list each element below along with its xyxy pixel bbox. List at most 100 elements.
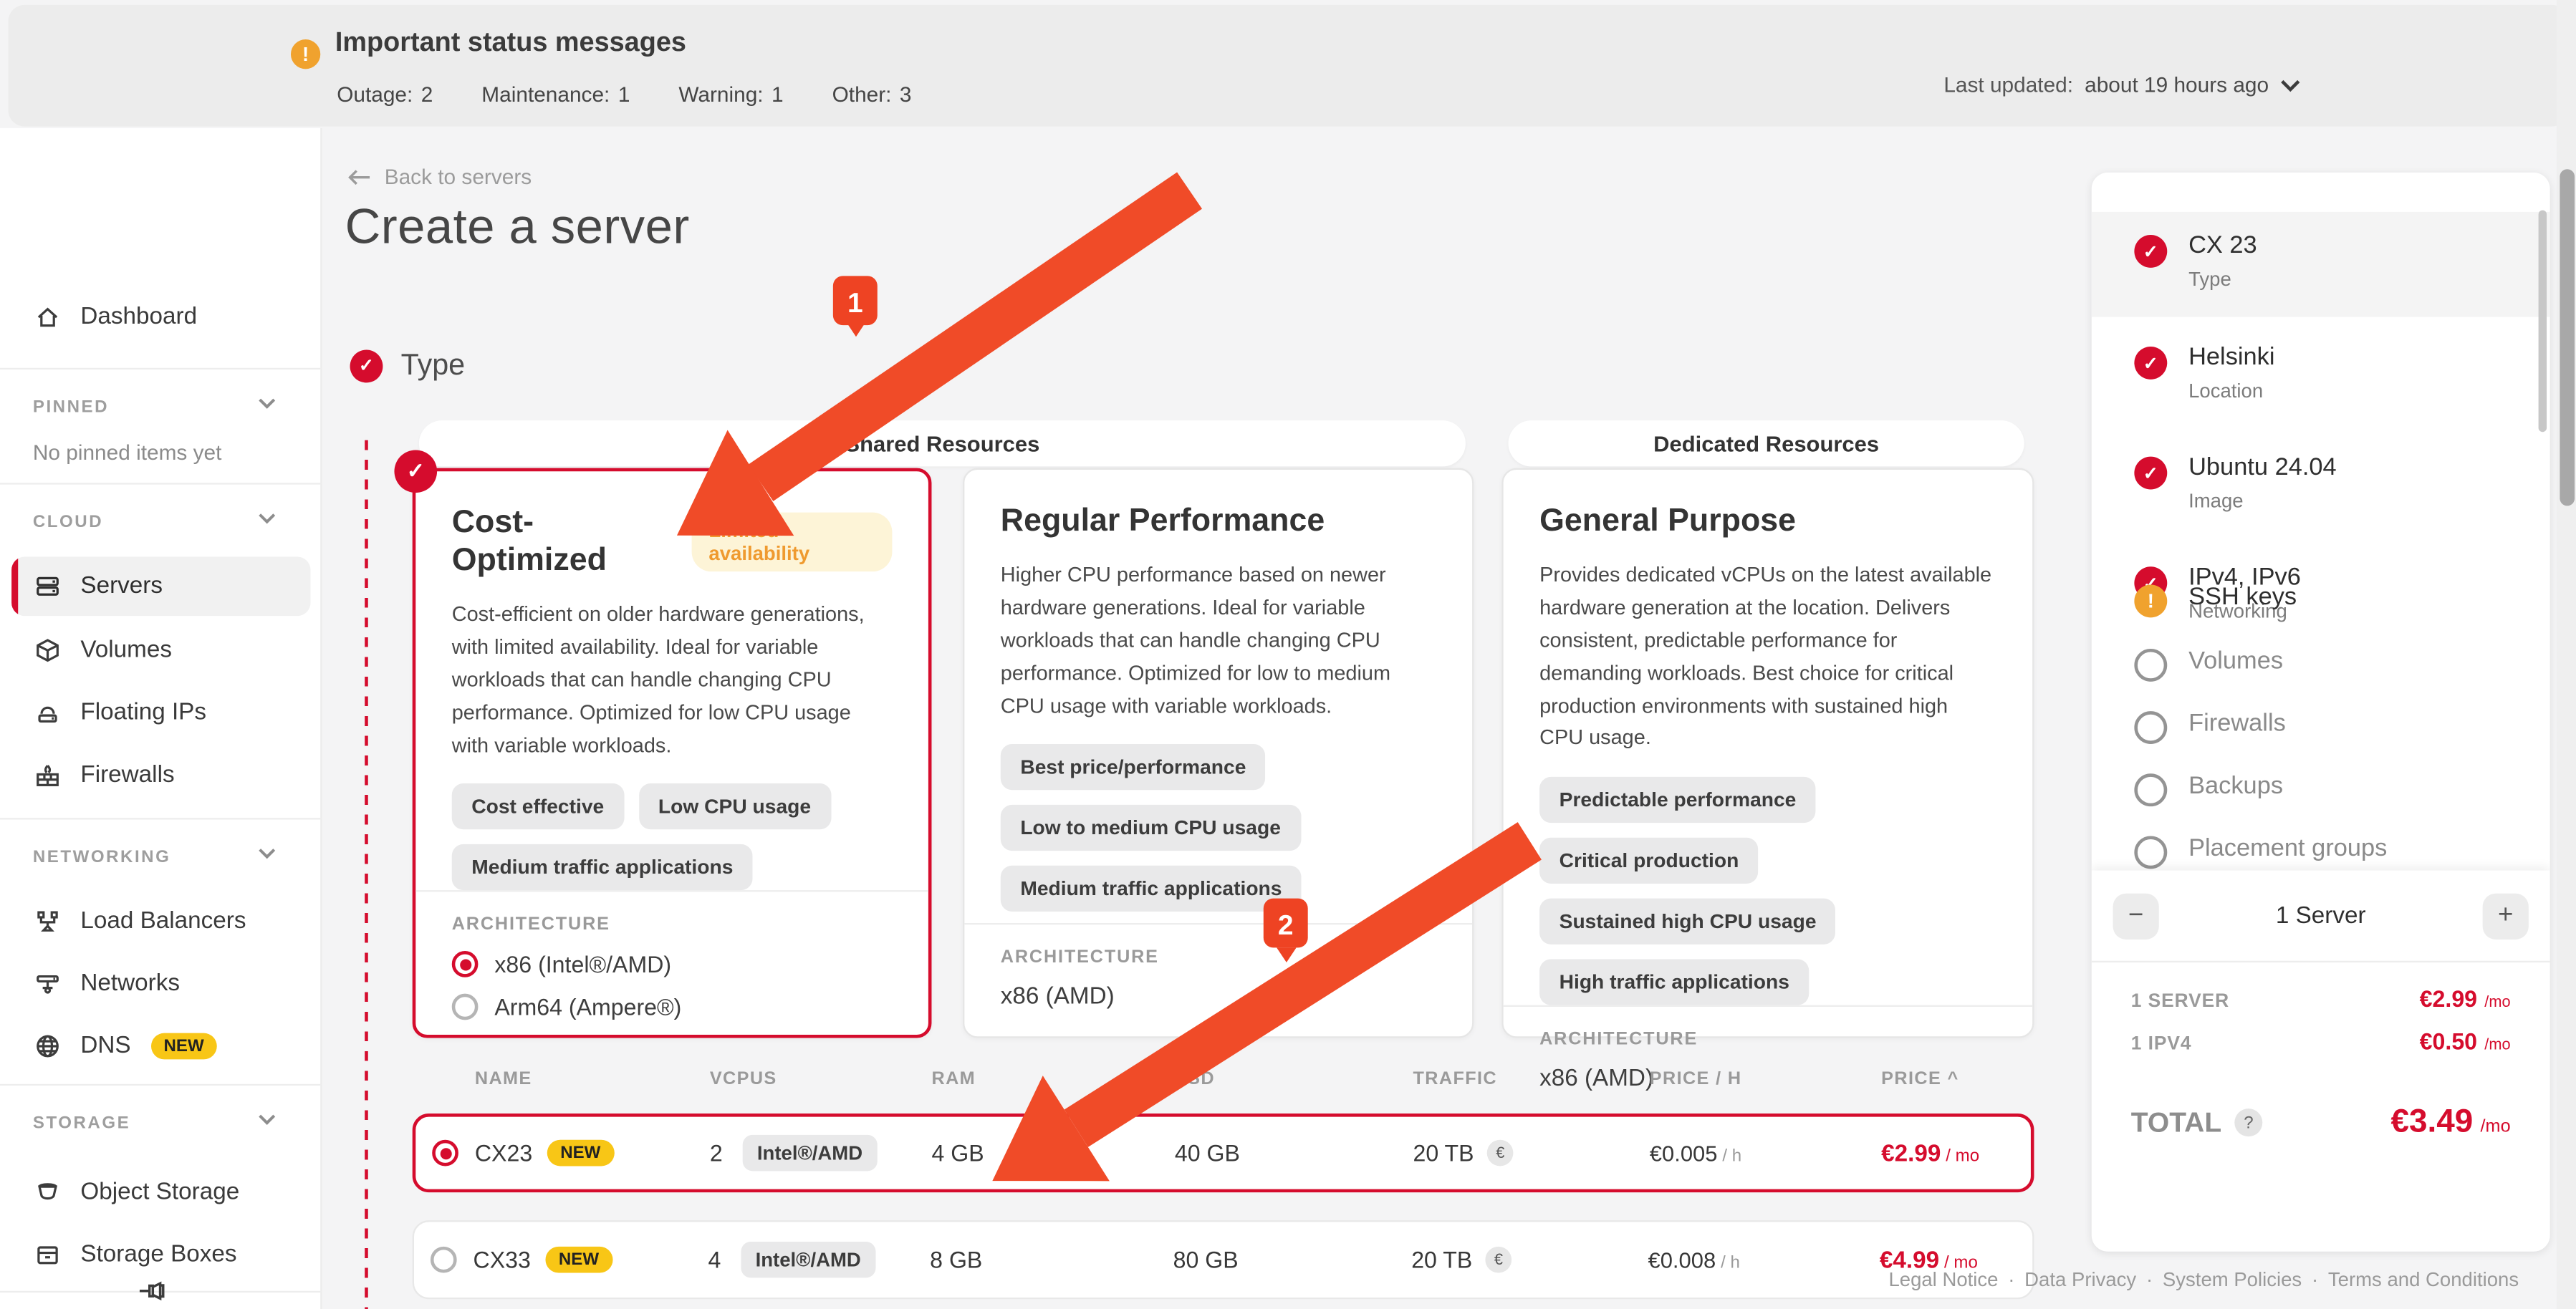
radio-arm64-ampere[interactable]: Arm64 (Ampere®)	[452, 995, 893, 1021]
card-tags: Cost effective Low CPU usage Medium traf…	[452, 784, 893, 891]
architecture-value: x86 (AMD)	[1001, 984, 1436, 1010]
chevron-down-icon[interactable]	[258, 513, 276, 524]
cloud-icon	[34, 700, 61, 726]
network-icon	[34, 971, 61, 998]
increment-button[interactable]: +	[2483, 894, 2529, 940]
card-regular-performance[interactable]: Regular Performance Higher CPU performan…	[963, 468, 1474, 1038]
last-updated[interactable]: Last updated: about 19 hours ago	[1943, 72, 2299, 97]
footer-links: Legal Notice·Data Privacy·System Policie…	[1888, 1268, 2519, 1291]
cloud-header[interactable]: CLOUD	[33, 513, 103, 533]
row-radio-unselected[interactable]	[431, 1247, 457, 1273]
col-price-h[interactable]: PRICE / H	[1646, 1069, 1878, 1089]
warning-label: Warning:	[678, 82, 763, 107]
step-todo-icon	[2134, 711, 2167, 744]
step-done-icon: ✓	[2134, 457, 2167, 490]
chevron-down-icon[interactable]	[258, 847, 276, 859]
step-volumes[interactable]: Volumes	[2092, 645, 2550, 681]
sidebar-item-label: Servers	[80, 573, 163, 599]
hetzner-cloud-console: ! Important status messages Outage:2 Mai…	[0, 0, 2576, 1309]
sidebar-item-label: Dashboard	[80, 304, 197, 330]
col-price[interactable]: PRICE ^	[1878, 1069, 2034, 1089]
sidebar-item-storage-boxes[interactable]: Storage Boxes	[0, 1230, 322, 1280]
sidebar-item-object-storage[interactable]: Object Storage	[0, 1168, 322, 1217]
home-icon	[34, 304, 61, 330]
chevron-down-icon[interactable]	[258, 1114, 276, 1125]
sidebar-item-label: Floating IPs	[80, 700, 206, 726]
type-section-heading: ✓ Type	[350, 348, 466, 382]
footer-link-system-policies[interactable]: System Policies	[2163, 1268, 2302, 1291]
table-row-cx23[interactable]: CX23 NEW 2 Intel®/AMD 4 GB 40 GB 20 TB €…	[413, 1114, 2034, 1192]
price-line-label: 1 SERVER	[2131, 992, 2229, 1012]
step-image[interactable]: ✓ Ubuntu 24.04Image	[2092, 453, 2550, 513]
step-placement-groups[interactable]: Placement groups	[2092, 833, 2550, 869]
networking-header[interactable]: NETWORKING	[33, 847, 170, 867]
ram-value: 8 GB	[930, 1247, 1173, 1273]
col-traffic[interactable]: TRAFFIC	[1410, 1069, 1646, 1089]
card-general-purpose[interactable]: General Purpose Provides dedicated vCPUs…	[1501, 468, 2034, 1038]
radio-x86-intel-amd[interactable]: x86 (Intel®/AMD)	[452, 952, 893, 978]
status-counts: Outage:2 Maintenance:1 Warning:1 Other:3	[337, 82, 954, 107]
step-backups[interactable]: Backups	[2092, 771, 2550, 806]
sidebar-item-firewalls[interactable]: Firewalls	[0, 750, 322, 800]
sidebar-item-volumes[interactable]: Volumes	[0, 626, 322, 675]
col-name[interactable]: NAME	[471, 1069, 706, 1089]
sidebar-item-load-balancers[interactable]: Load Balancers	[0, 897, 322, 946]
card-description: Higher CPU performance based on newer ha…	[1001, 560, 1436, 723]
tag: Medium traffic applications	[1001, 866, 1302, 912]
traffic-value: 20 TB	[1413, 1140, 1474, 1166]
tab-dedicated-resources[interactable]: Dedicated Resources	[1509, 420, 2024, 466]
back-to-servers-link[interactable]: Back to servers	[348, 164, 532, 188]
footer-link-legal-notice[interactable]: Legal Notice	[1888, 1268, 1998, 1291]
step-firewalls[interactable]: Firewalls	[2092, 708, 2550, 744]
sidebar-item-networks[interactable]: Networks	[0, 959, 322, 1008]
table-row-cx33[interactable]: CX33 NEW 4 Intel®/AMD 8 GB 80 GB 20 TB €…	[413, 1220, 2034, 1299]
price-hour-unit: / h	[1721, 1253, 1740, 1273]
sidebar-item-label: Load Balancers	[80, 908, 246, 934]
active-indicator	[11, 557, 18, 617]
euro-icon[interactable]: €	[1486, 1247, 1512, 1273]
euro-icon[interactable]: €	[1487, 1140, 1514, 1166]
annotation-marker-1: 1	[833, 276, 878, 337]
page-scrollbar-thumb[interactable]	[2559, 169, 2574, 506]
storage-box-icon	[34, 1242, 61, 1268]
step-title: Volumes	[2188, 645, 2283, 678]
load-balancer-icon	[34, 908, 61, 934]
decrement-button[interactable]: −	[2113, 894, 2159, 940]
step-location[interactable]: ✓ HelsinkiLocation	[2092, 343, 2550, 402]
sort-asc-icon: ^	[1948, 1069, 1959, 1089]
sidebar-item-servers[interactable]: Servers	[11, 557, 310, 617]
sidebar-item-label: Networks	[80, 971, 180, 998]
footer-link-data-privacy[interactable]: Data Privacy	[2024, 1268, 2136, 1291]
col-ssd[interactable]: SSD	[1171, 1069, 1410, 1089]
server-count-label: 1 Server	[2276, 903, 2366, 929]
sidebar-item-dashboard[interactable]: Dashboard	[0, 292, 322, 342]
sidebar-item-dns[interactable]: DNS NEW	[0, 1022, 322, 1071]
step-type[interactable]: ✓ CX 23Type	[2092, 231, 2550, 291]
footer-link-terms[interactable]: Terms and Conditions	[2328, 1268, 2519, 1291]
col-ram[interactable]: RAM	[928, 1069, 1171, 1089]
divider	[2092, 961, 2550, 962]
globe-icon	[34, 1033, 61, 1060]
step-subtitle: Location	[2188, 380, 2274, 402]
bucket-icon	[34, 1179, 61, 1206]
type-done-check-icon: ✓	[350, 349, 383, 382]
panel-scrollbar[interactable]	[2539, 211, 2547, 433]
status-banner: ! Important status messages Outage:2 Mai…	[8, 5, 2567, 127]
tag: Low CPU usage	[638, 784, 830, 830]
sidebar-item-floating-ips[interactable]: Floating IPs	[0, 688, 322, 738]
row-radio-selected[interactable]	[432, 1140, 458, 1166]
step-ssh-keys[interactable]: ! SSH keys	[2092, 581, 2550, 617]
page-scrollbar[interactable]	[2557, 0, 2576, 1309]
step-todo-icon	[2134, 649, 2167, 682]
storage-header[interactable]: STORAGE	[33, 1114, 130, 1134]
col-vcpus[interactable]: VCPUS	[706, 1069, 928, 1089]
firewall-icon	[34, 762, 61, 788]
pinned-header[interactable]: PINNED	[33, 397, 109, 417]
step-done-icon: ✓	[2134, 235, 2167, 268]
help-icon[interactable]: ?	[2235, 1108, 2263, 1136]
tab-shared-resources[interactable]: Shared Resources	[419, 420, 1466, 466]
sidebar-item-label: Storage Boxes	[80, 1242, 236, 1268]
chevron-down-icon[interactable]	[258, 397, 276, 409]
card-cost-optimized[interactable]: ✓ Cost-Optimized Limited availability Co…	[413, 468, 932, 1038]
pin-sidebar-icon[interactable]	[138, 1277, 171, 1304]
